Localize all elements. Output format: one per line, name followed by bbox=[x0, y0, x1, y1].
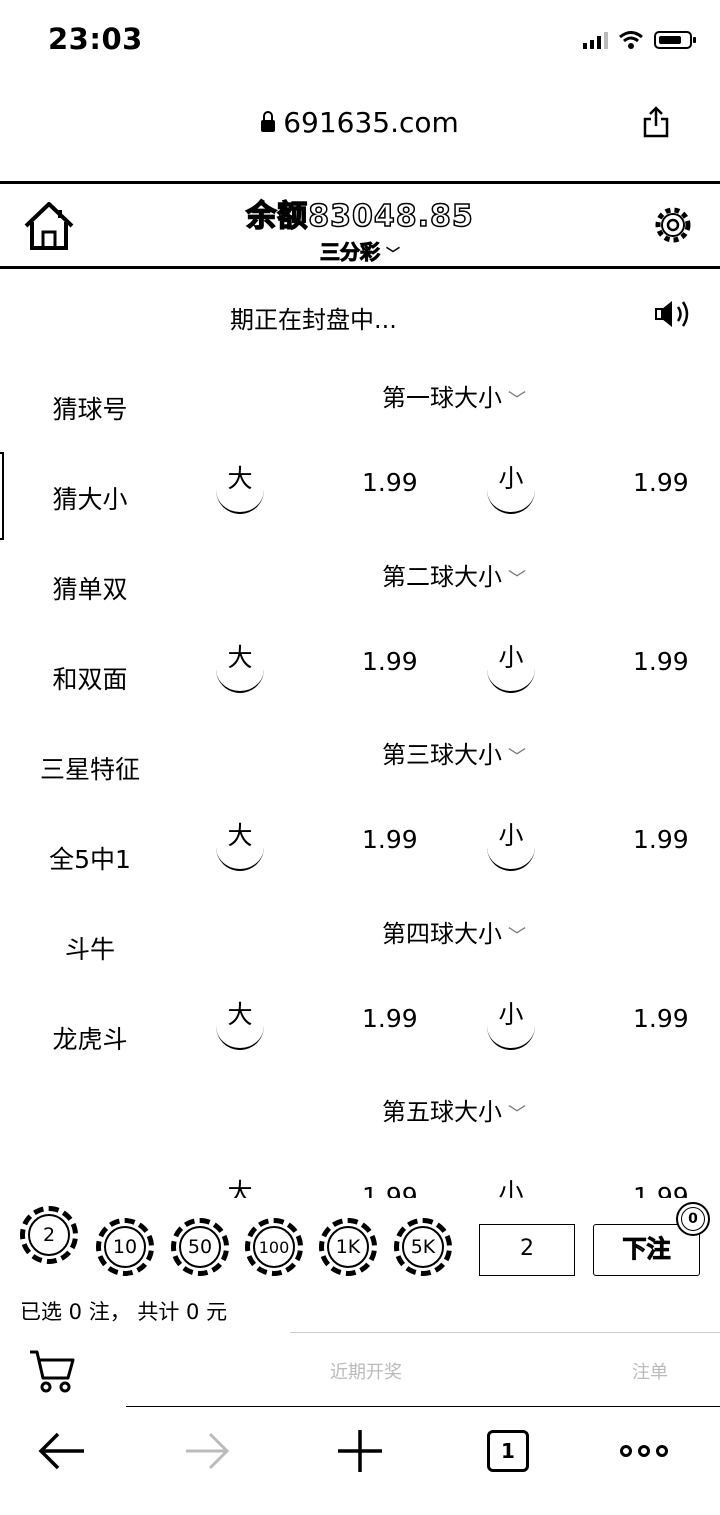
divider bbox=[126, 1406, 720, 1407]
market-title-text: 第二球大小 bbox=[382, 563, 502, 591]
chevron-down-icon: ﹀ bbox=[508, 569, 526, 590]
odds-value: 1.99 bbox=[362, 825, 418, 854]
chip-label: 10 bbox=[104, 1226, 146, 1268]
chip-label: 1K bbox=[327, 1226, 369, 1268]
bet-option-big[interactable]: 大 bbox=[216, 645, 264, 693]
url-bar[interactable]: 691635.com bbox=[0, 106, 720, 139]
market-title-text: 第三球大小 bbox=[382, 741, 502, 769]
chip-100[interactable]: 100 bbox=[245, 1218, 303, 1276]
market-title-text: 第四球大小 bbox=[382, 920, 502, 948]
tabs-button[interactable]: 1 bbox=[487, 1430, 529, 1472]
odds-value: 1.99 bbox=[362, 1004, 418, 1033]
bet-option-big[interactable]: 大 bbox=[216, 466, 264, 514]
chevron-down-icon: ﹀ bbox=[508, 1104, 526, 1125]
market-title[interactable]: 第一球大小 ﹀ bbox=[382, 378, 526, 413]
status-icons bbox=[583, 30, 696, 50]
balance: 余额83048.85 bbox=[245, 198, 474, 235]
badge-count: 0 bbox=[681, 1207, 705, 1231]
odds-value: 1.99 bbox=[633, 1182, 689, 1198]
recent-results-link[interactable]: 近期开奖 bbox=[330, 1358, 402, 1384]
cart-icon[interactable] bbox=[28, 1348, 76, 1394]
market-title-text: 第一球大小 bbox=[382, 384, 502, 412]
more-icon[interactable] bbox=[618, 1428, 670, 1474]
chip-label: 100 bbox=[253, 1226, 295, 1268]
chip-2[interactable]: 2 bbox=[20, 1206, 78, 1264]
market-title[interactable]: 第三球大小 ﹀ bbox=[382, 735, 526, 770]
gear-icon[interactable] bbox=[650, 202, 696, 248]
chevron-down-icon: ﹀ bbox=[508, 390, 526, 411]
odds-value: 1.99 bbox=[362, 1182, 418, 1198]
odds-value: 1.99 bbox=[633, 1004, 689, 1033]
lock-icon bbox=[261, 110, 276, 132]
chevron-down-icon: ﹀ bbox=[508, 926, 526, 947]
url-text: 691635.com bbox=[283, 106, 459, 139]
chip-label: 2 bbox=[28, 1214, 70, 1256]
game-selector[interactable]: 三分彩 ﹀ bbox=[0, 236, 720, 265]
odds-value: 1.99 bbox=[633, 825, 689, 854]
status-time: 23:03 bbox=[48, 22, 143, 56]
back-icon[interactable] bbox=[36, 1428, 88, 1474]
chip-1k[interactable]: 1K bbox=[319, 1218, 377, 1276]
bet-slips-link[interactable]: 注单 bbox=[632, 1358, 668, 1384]
chip-label: 5K bbox=[402, 1226, 444, 1268]
battery-icon bbox=[654, 31, 696, 49]
chevron-down-icon: ﹀ bbox=[386, 247, 400, 263]
market-title-text: 第五球大小 bbox=[382, 1098, 502, 1126]
signal-icon bbox=[583, 31, 608, 49]
odds-value: 1.99 bbox=[633, 468, 689, 497]
bet-option-small[interactable]: 小 bbox=[487, 645, 535, 693]
bet-option-big[interactable]: 大 bbox=[216, 1180, 264, 1199]
chip-5k[interactable]: 5K bbox=[394, 1218, 452, 1276]
odds-value: 1.99 bbox=[362, 468, 418, 497]
chip-10[interactable]: 10 bbox=[96, 1218, 154, 1276]
bet-option-small[interactable]: 小 bbox=[487, 1002, 535, 1050]
new-tab-icon[interactable] bbox=[334, 1428, 386, 1474]
bet-summary: 已选 0 注， 共计 0 元 bbox=[20, 1300, 228, 1324]
market-title[interactable]: 第四球大小 ﹀ bbox=[382, 914, 526, 949]
divider bbox=[290, 1332, 720, 1333]
bet-count-badge: 0 bbox=[676, 1202, 710, 1236]
odds-value: 1.99 bbox=[633, 647, 689, 676]
bet-option-big[interactable]: 大 bbox=[216, 823, 264, 871]
wifi-icon bbox=[619, 31, 643, 49]
chip-50[interactable]: 50 bbox=[171, 1218, 229, 1276]
bet-option-small[interactable]: 小 bbox=[487, 1180, 535, 1199]
share-icon[interactable] bbox=[642, 106, 670, 138]
odds-value: 1.99 bbox=[362, 647, 418, 676]
forward-icon bbox=[186, 1432, 230, 1470]
tab-count: 1 bbox=[501, 1439, 515, 1463]
bet-option-big[interactable]: 大 bbox=[216, 1002, 264, 1050]
bet-amount-input[interactable]: 2 bbox=[479, 1224, 575, 1276]
market-title[interactable]: 第二球大小 ﹀ bbox=[382, 557, 526, 592]
chevron-down-icon: ﹀ bbox=[508, 747, 526, 768]
market-list[interactable]: 第一球大小 ﹀ 大 1.99 小 1.99 第二球大小 ﹀ 大 1.99 小 1.9… bbox=[0, 270, 720, 1198]
bet-option-small[interactable]: 小 bbox=[487, 823, 535, 871]
bet-option-small[interactable]: 小 bbox=[487, 466, 535, 514]
market-title[interactable]: 第五球大小 ﹀ bbox=[382, 1092, 526, 1127]
game-name: 三分彩 bbox=[320, 240, 381, 265]
chip-label: 50 bbox=[179, 1226, 221, 1268]
